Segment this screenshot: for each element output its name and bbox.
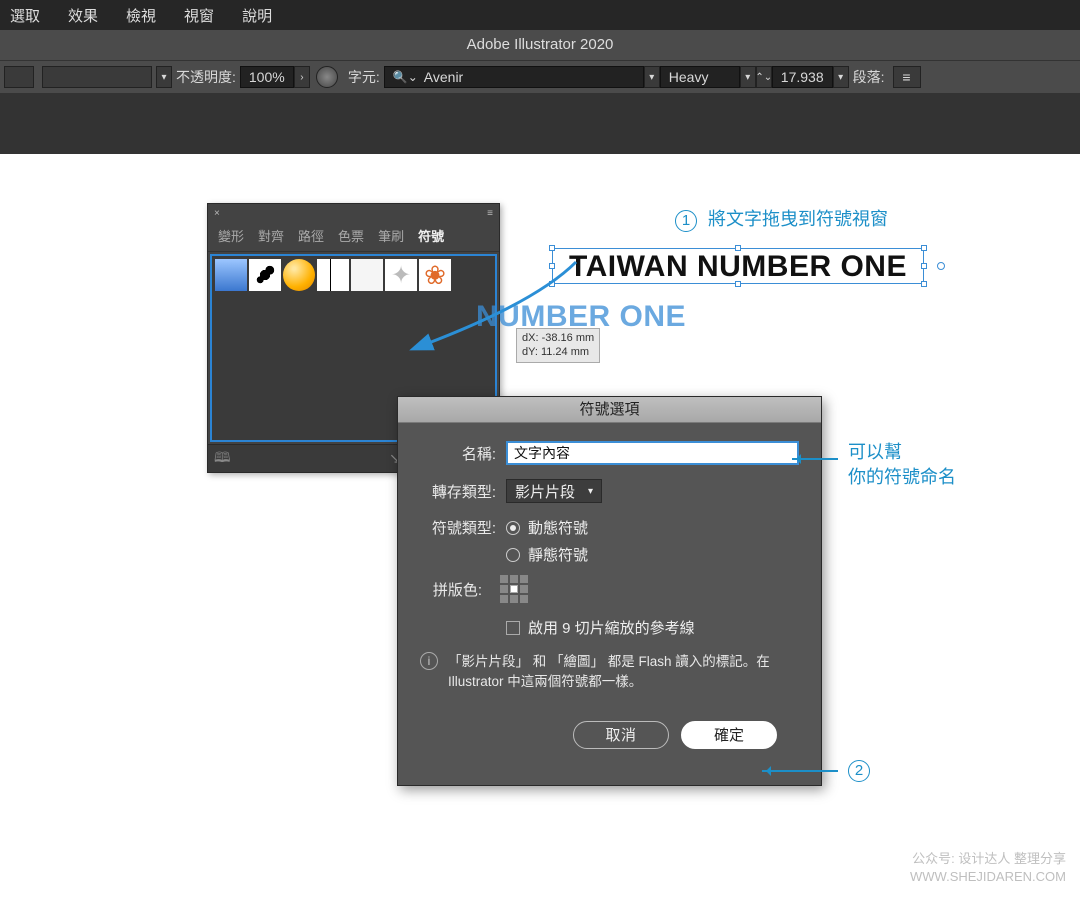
annotation-naming-line2: 你的符號命名 xyxy=(848,465,956,490)
handle-br[interactable] xyxy=(921,281,927,287)
app-title-bar: Adobe Illustrator 2020 xyxy=(0,30,1080,60)
credit-line1: 公众号: 设计达人 整理分享 xyxy=(910,850,1066,868)
handle-mr[interactable] xyxy=(921,263,927,269)
menu-window[interactable]: 視窗 xyxy=(184,5,214,26)
handle-tl[interactable] xyxy=(549,245,555,251)
opacity-value[interactable]: 100% xyxy=(240,66,294,88)
paragraph-label: 段落: xyxy=(853,67,885,87)
cancel-button[interactable]: 取消 xyxy=(573,721,669,749)
panel-close-icon[interactable]: × xyxy=(214,208,220,219)
ok-button[interactable]: 確定 xyxy=(681,721,777,749)
export-type-select[interactable]: 影片片段 ▾ xyxy=(506,479,602,503)
tab-path[interactable]: 路徑 xyxy=(298,226,324,245)
font-family-field[interactable]: 🔍⌄ Avenir xyxy=(384,66,644,88)
dark-fill xyxy=(0,94,1080,154)
handle-bm[interactable] xyxy=(735,281,741,287)
symbol-thumb-gradient[interactable] xyxy=(215,259,247,291)
annotation-arrow-name xyxy=(792,458,838,460)
dialog-title: 符號選項 xyxy=(398,397,821,423)
font-weight-dropdown[interactable]: ▾ xyxy=(740,66,756,88)
paragraph-align-icon[interactable]: ≡ xyxy=(893,66,921,88)
annotation-number-1: 1 xyxy=(675,210,697,232)
fill-swatch[interactable] xyxy=(42,66,152,88)
tab-symbols[interactable]: 符號 xyxy=(418,226,444,245)
dialog-body: 名稱: 轉存類型: 影片片段 ▾ 符號類型: 動態符號 靜態符號 拼版色: xyxy=(398,423,821,785)
dynamic-radio[interactable] xyxy=(506,521,520,535)
handle-ml[interactable] xyxy=(549,263,555,269)
annotation-arrow-ok xyxy=(762,770,838,772)
symbol-options-dialog: 符號選項 名稱: 轉存類型: 影片片段 ▾ 符號類型: 動態符號 靜態符號 拼版… xyxy=(397,396,822,786)
character-label: 字元: xyxy=(348,67,380,87)
credit-text: 公众号: 设计达人 整理分享 WWW.SHEJIDAREN.COM xyxy=(910,850,1066,886)
font-family-value: Avenir xyxy=(424,69,463,85)
registration-grid[interactable] xyxy=(500,575,528,603)
handle-tr[interactable] xyxy=(921,245,927,251)
panel-menu-icon[interactable]: ≡ xyxy=(487,208,493,219)
text-anchor-icon[interactable] xyxy=(937,262,945,270)
menu-view[interactable]: 檢視 xyxy=(126,5,156,26)
handle-tm[interactable] xyxy=(735,245,741,251)
font-size-stepper[interactable]: ⌃⌄ xyxy=(756,66,772,88)
registration-label: 拼版色: xyxy=(420,579,482,600)
font-weight-field[interactable]: Heavy xyxy=(660,66,740,88)
menu-effects[interactable]: 效果 xyxy=(68,5,98,26)
annotation-step1: 1 將文字拖曳到符號視窗 xyxy=(675,205,888,232)
drag-dx: dX: -38.16 mm xyxy=(522,331,594,345)
panel-header: × ≡ xyxy=(208,204,499,222)
menu-bar: 選取 效果 檢視 視窗 說明 xyxy=(0,0,1080,30)
symbol-type-label: 符號類型: xyxy=(420,517,496,538)
canvas-text[interactable]: TAIWAN NUMBER ONE xyxy=(553,249,923,285)
name-input[interactable] xyxy=(506,441,799,465)
drag-dy: dY: 11.24 mm xyxy=(522,345,594,359)
menu-select[interactable]: 選取 xyxy=(10,5,40,26)
chevron-down-icon: ▾ xyxy=(588,486,593,497)
static-radio[interactable] xyxy=(506,548,520,562)
info-icon: i xyxy=(420,652,438,670)
font-size-value[interactable]: 17.938 xyxy=(772,66,833,88)
font-family-dropdown[interactable]: ▾ xyxy=(644,66,660,88)
symbol-thumb-orb[interactable] xyxy=(283,259,315,291)
tab-swatches[interactable]: 色票 xyxy=(338,226,364,245)
annotation-step1-text: 將文字拖曳到符號視窗 xyxy=(708,209,888,229)
menu-help[interactable]: 說明 xyxy=(242,5,272,26)
dynamic-label: 動態符號 xyxy=(528,517,588,538)
tab-brushes[interactable]: 筆刷 xyxy=(378,226,404,245)
symbol-thumb-line[interactable] xyxy=(317,259,349,291)
name-label: 名稱: xyxy=(420,443,496,464)
search-icon: 🔍⌄ xyxy=(393,70,418,84)
symbol-thumb-ink[interactable] xyxy=(249,259,281,291)
opacity-label: 不透明度: xyxy=(176,67,236,87)
static-label: 靜態符號 xyxy=(528,544,588,565)
options-bar: ▾ 不透明度: 100% › 字元: 🔍⌄ Avenir ▾ Heavy ▾ ⌃… xyxy=(0,60,1080,94)
font-size-dropdown[interactable]: ▾ xyxy=(833,66,849,88)
handle-bl[interactable] xyxy=(549,281,555,287)
annotation-naming-line1: 可以幫 xyxy=(848,440,956,465)
opacity-dropdown[interactable]: › xyxy=(294,66,310,88)
fill-swatch-dropdown[interactable]: ▾ xyxy=(156,66,172,88)
swatch-none[interactable] xyxy=(4,66,34,88)
export-type-label: 轉存類型: xyxy=(420,481,496,502)
annotation-number-2: 2 xyxy=(848,760,870,782)
library-icon[interactable]: 🕮 xyxy=(214,447,231,471)
symbol-thumb-blank[interactable] xyxy=(351,259,383,291)
symbol-thumb-star[interactable] xyxy=(385,259,417,291)
symbol-thumb-flower[interactable] xyxy=(419,259,451,291)
selected-text-frame[interactable]: TAIWAN NUMBER ONE xyxy=(552,248,924,284)
export-type-value: 影片片段 xyxy=(515,481,575,502)
panel-tabs: 變形 對齊 路徑 色票 筆刷 符號 xyxy=(208,222,499,252)
nine-slice-label: 啟用 9 切片縮放的參考線 xyxy=(528,617,695,638)
recolor-icon[interactable] xyxy=(316,66,338,88)
drag-delta-tooltip: dX: -38.16 mm dY: 11.24 mm xyxy=(516,328,600,363)
tab-transform[interactable]: 變形 xyxy=(218,226,244,245)
annotation-step2: 2 xyxy=(848,759,876,782)
annotation-naming: 可以幫 你的符號命名 xyxy=(848,440,956,490)
tab-align[interactable]: 對齊 xyxy=(258,226,284,245)
credit-line2: WWW.SHEJIDAREN.COM xyxy=(910,868,1066,886)
nine-slice-checkbox[interactable] xyxy=(506,621,520,635)
info-text: 「影片片段」 和 「繪圖」 都是 Flash 讀入的標記。在 Illustrat… xyxy=(448,652,799,693)
